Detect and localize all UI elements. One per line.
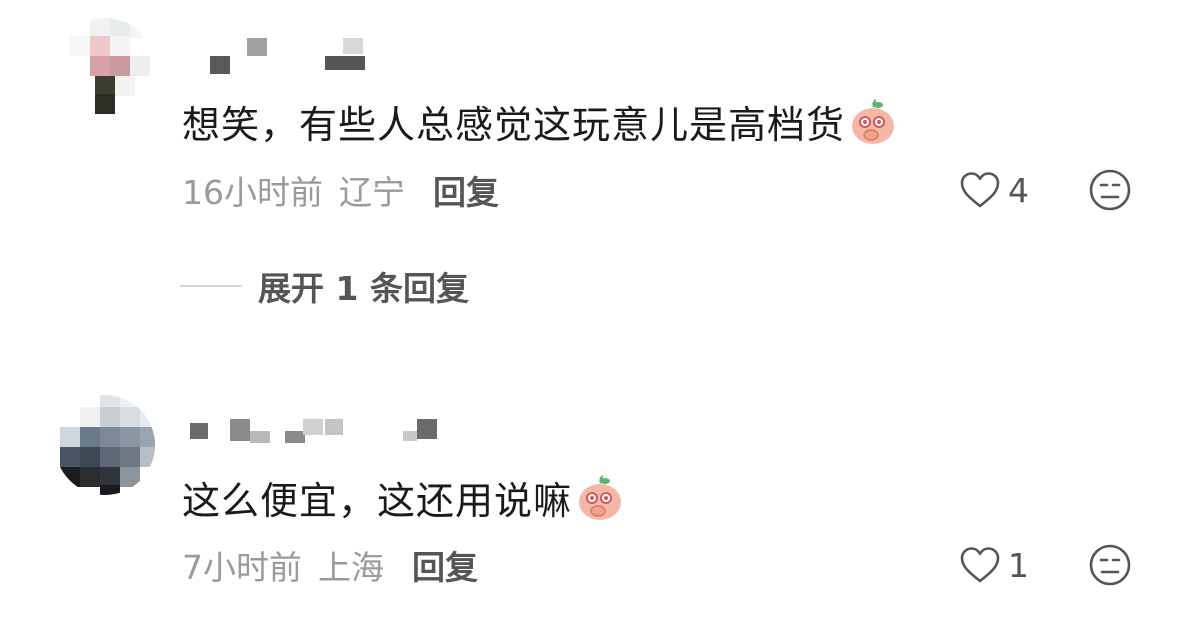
like-button[interactable]: 1 [958, 543, 1029, 587]
comment-location: 辽宁 [339, 173, 405, 212]
giggle-emoji-icon [852, 99, 895, 144]
like-count: 4 [1008, 170, 1029, 210]
reply-button[interactable]: 回复 [412, 541, 478, 589]
reply-button[interactable]: 回复 [433, 166, 499, 214]
comment-meta: 16小时前 辽宁 回复 [182, 168, 499, 212]
comment-item: 这么便宜，这还用说嘛 7小时前 上海 回复 1 [0, 385, 1200, 617]
heart-outline-icon [960, 547, 1000, 583]
comment-location: 上海 [318, 548, 384, 587]
like-count: 1 [1008, 545, 1029, 585]
comment-time: 7小时前 [182, 548, 302, 587]
neutral-face-icon[interactable] [1088, 543, 1132, 587]
comment-time: 16小时前 [182, 173, 323, 212]
avatar[interactable] [55, 395, 155, 495]
comment-text: 这么便宜，这还用说嘛 [182, 471, 624, 523]
neutral-face-icon[interactable] [1088, 168, 1132, 212]
expand-replies-label: 展开 1 条回复 [258, 269, 469, 308]
comment-item: 想笑，有些人总感觉这玩意儿是高档货 16小时前 辽宁 回复 4 展开 1 条回复 [0, 0, 1200, 340]
comment-meta: 7小时前 上海 回复 [182, 543, 478, 587]
expand-replies-button[interactable]: 展开 1 条回复 [180, 263, 469, 309]
giggle-emoji-icon [579, 475, 622, 520]
comment-text-content: 这么便宜，这还用说嘛 [182, 478, 573, 523]
comment-text: 想笑，有些人总感觉这玩意儿是高档货 [182, 95, 897, 147]
heart-outline-icon [960, 172, 1000, 208]
like-button[interactable]: 4 [958, 168, 1029, 212]
expand-divider [180, 285, 242, 287]
comment-text-content: 想笑，有些人总感觉这玩意儿是高档货 [182, 102, 846, 147]
avatar[interactable] [55, 18, 155, 118]
